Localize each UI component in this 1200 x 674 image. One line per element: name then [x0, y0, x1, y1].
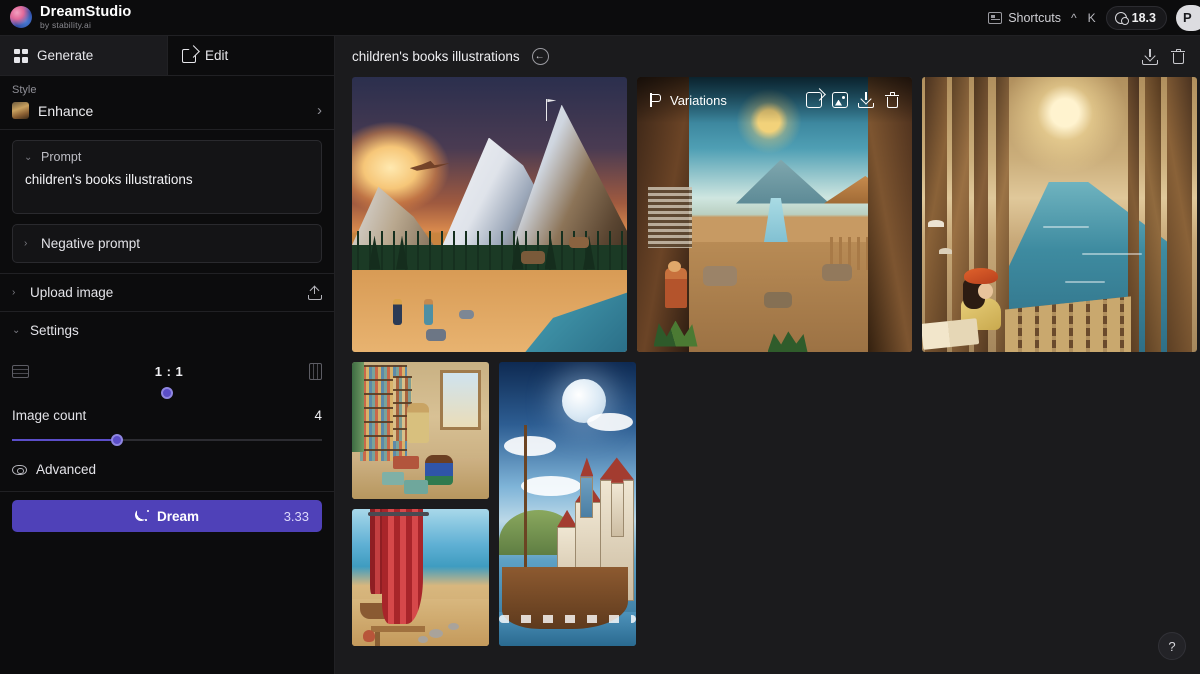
tab-edit-label: Edit — [205, 48, 228, 63]
gallery-title: children's books illustrations — [352, 49, 520, 64]
advanced-label: Advanced — [36, 462, 96, 477]
aspect-ratio-value: 1 : 1 — [155, 364, 184, 379]
app-body: Generate Edit Style Enhance › ⌄ Prom — [0, 36, 1200, 674]
gallery-item[interactable] — [352, 77, 627, 352]
dreamstudio-logo-icon — [10, 6, 32, 28]
avatar[interactable]: P — [1176, 5, 1200, 31]
credits-pill[interactable]: 18.3 — [1106, 6, 1167, 30]
dreamstudio-app: DreamStudio by stability.ai Shortcuts ^ … — [0, 0, 1200, 674]
style-section[interactable]: Style Enhance › — [0, 76, 334, 130]
download-icon[interactable] — [858, 92, 874, 108]
shortcut-modifier: ^ — [1070, 11, 1078, 25]
prompt-input[interactable]: children's books illustrations — [13, 166, 321, 213]
keyboard-icon — [988, 12, 1002, 24]
upload-image-label: Upload image — [30, 285, 113, 300]
image-hover-overlay: Variations — [637, 77, 912, 123]
sidebar: Generate Edit Style Enhance › ⌄ Prom — [0, 36, 335, 674]
image-count-value: 4 — [314, 408, 322, 423]
image-icon[interactable] — [832, 92, 848, 108]
settings-label: Settings — [30, 323, 79, 338]
style-value: Enhance — [38, 103, 308, 119]
shortcuts-button[interactable]: Shortcuts — [988, 11, 1061, 25]
top-bar: DreamStudio by stability.ai Shortcuts ^ … — [0, 0, 1200, 36]
chevron-right-icon: › — [24, 238, 33, 249]
gallery-item[interactable] — [922, 77, 1197, 352]
main-panel: children's books illustrations ← — [335, 36, 1200, 674]
dream-button-cost: 3.33 — [284, 509, 309, 524]
chevron-down-icon: ⌄ — [12, 325, 21, 336]
mode-tabs: Generate Edit — [0, 36, 334, 76]
image-count-label: Image count — [12, 408, 86, 423]
sidebar-spacer — [0, 542, 334, 674]
gallery-item[interactable] — [499, 362, 636, 646]
negative-prompt-label: Negative prompt — [41, 236, 140, 251]
dream-button-wrap: Dream 3.33 — [0, 492, 334, 542]
brand-tagline: by stability.ai — [40, 21, 131, 30]
branch-flag-icon — [649, 93, 662, 107]
style-section-label: Style — [12, 84, 322, 96]
chevron-right-icon: › — [12, 287, 21, 298]
eye-icon — [12, 465, 27, 475]
image-count-row: Image count 4 — [12, 408, 322, 423]
tab-generate-label: Generate — [37, 48, 93, 63]
gallery-row — [352, 362, 1186, 646]
download-icon[interactable] — [1142, 49, 1158, 65]
prompt-header[interactable]: ⌄ Prompt — [13, 141, 321, 166]
tab-generate[interactable]: Generate — [0, 36, 167, 75]
gallery-header: children's books illustrations ← — [335, 36, 1200, 77]
chevron-right-icon: › — [317, 103, 322, 118]
settings-body: 1 : 1 Image count 4 Advanced — [0, 349, 334, 492]
pen-square-icon — [182, 49, 196, 63]
negative-prompt-header[interactable]: › Negative prompt — [13, 225, 321, 262]
trash-icon[interactable] — [884, 92, 900, 108]
prompt-field[interactable]: ⌄ Prompt children's books illustrations — [12, 140, 322, 214]
dream-button-label: Dream — [157, 509, 199, 524]
style-row[interactable]: Enhance › — [12, 102, 322, 119]
moon-stars-icon — [135, 509, 149, 523]
portrait-ratio-icon[interactable] — [309, 363, 322, 380]
brand-name: DreamStudio — [40, 5, 131, 20]
settings-row[interactable]: ⌄ Settings — [0, 312, 334, 349]
upload-icon[interactable] — [308, 286, 322, 300]
upload-image-row[interactable]: › Upload image — [0, 273, 334, 312]
brand[interactable]: DreamStudio by stability.ai — [10, 5, 131, 30]
chevron-down-icon: ⌄ — [24, 152, 33, 163]
shortcut-key: K — [1087, 11, 1097, 25]
image-count-slider-thumb[interactable] — [111, 434, 123, 446]
variations-button[interactable]: Variations — [649, 93, 727, 108]
trash-icon[interactable] — [1170, 49, 1186, 65]
gallery-row: Variations — [352, 77, 1186, 352]
prompt-label: Prompt — [41, 150, 81, 164]
aspect-ratio-row: 1 : 1 — [12, 363, 322, 380]
dream-button[interactable]: Dream 3.33 — [12, 500, 322, 532]
shortcuts-label: Shortcuts — [1008, 11, 1061, 25]
arrow-left-circle-icon[interactable]: ← — [532, 48, 549, 65]
image-count-slider[interactable] — [12, 432, 322, 448]
top-bar-actions: Shortcuts ^ K 18.3 P — [988, 5, 1192, 31]
gallery-item[interactable] — [352, 509, 489, 646]
landscape-ratio-icon[interactable] — [12, 365, 29, 378]
aspect-ratio-slider[interactable] — [12, 382, 322, 402]
variations-label: Variations — [670, 93, 727, 108]
style-thumbnail-icon — [12, 102, 29, 119]
aspect-ratio-slider-thumb[interactable] — [161, 387, 173, 399]
negative-prompt-field[interactable]: › Negative prompt — [12, 224, 322, 263]
help-button[interactable]: ? — [1158, 632, 1186, 660]
gallery-grid: Variations — [335, 77, 1200, 674]
coin-icon — [1115, 12, 1127, 24]
edit-icon[interactable] — [806, 92, 822, 108]
gallery-item-hovered[interactable]: Variations — [637, 77, 912, 352]
credits-value: 18.3 — [1132, 11, 1156, 25]
gallery-item[interactable] — [352, 362, 489, 499]
grid-icon — [14, 49, 28, 63]
advanced-row[interactable]: Advanced — [12, 448, 322, 485]
tab-edit[interactable]: Edit — [167, 36, 334, 75]
